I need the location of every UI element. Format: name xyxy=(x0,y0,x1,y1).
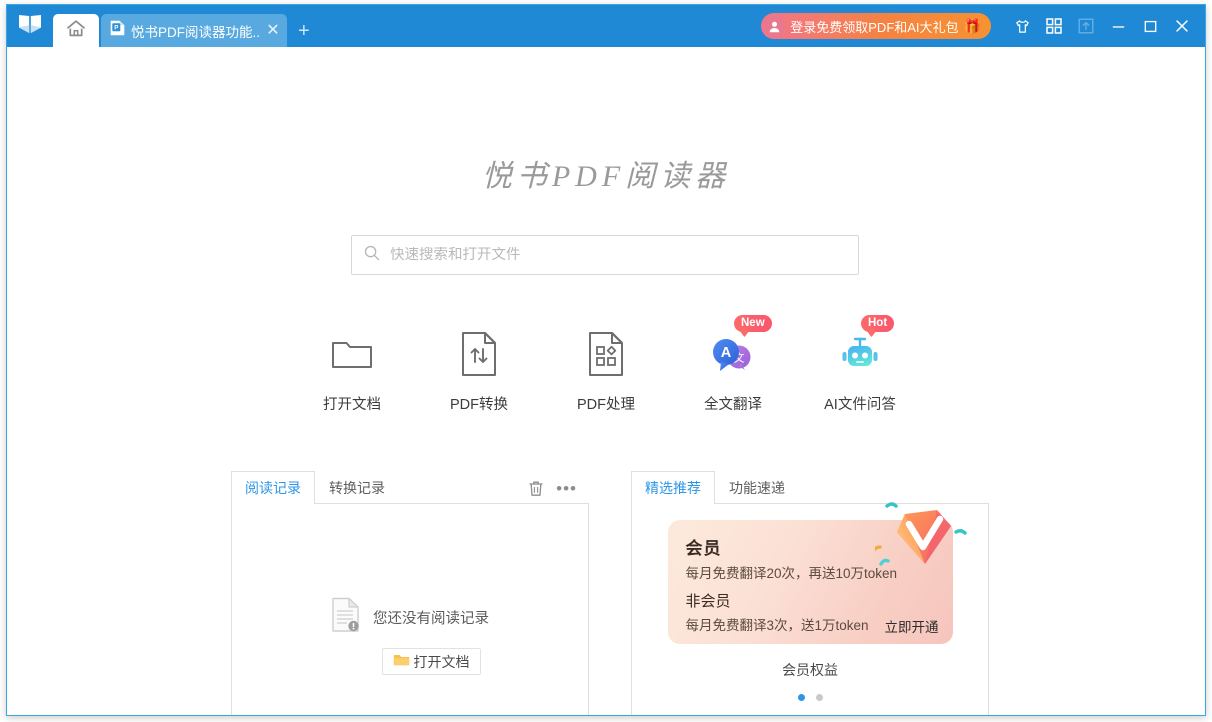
title-bar: P 悦书PDF阅读器功能... ✕ + 登录免费领取PDF和AI大礼包 🎁 xyxy=(7,5,1205,47)
window-frame: P 悦书PDF阅读器功能... ✕ + 登录免费领取PDF和AI大礼包 🎁 悦书… xyxy=(6,4,1206,716)
feature-label: PDF处理 xyxy=(577,397,635,413)
history-panel-tabs: 阅读记录 转换记录 ••• xyxy=(231,471,589,504)
open-document-button-label: 打开文档 xyxy=(413,653,470,670)
document-warning-icon xyxy=(331,597,361,638)
member-benefits-link[interactable]: 会员权益 xyxy=(782,660,838,680)
tab-close-icon[interactable]: ✕ xyxy=(265,22,281,39)
book-logo-icon xyxy=(17,14,43,39)
promo-carousel: 会员 每月免费翻译20次，再送10万token 非会员 每月免费翻译3次，送1万… xyxy=(632,502,988,715)
carousel-dot-2[interactable] xyxy=(815,694,823,701)
carousel-dots xyxy=(797,694,823,701)
empty-state-row: 您还没有阅读记录 xyxy=(331,597,489,638)
empty-state-text: 您还没有阅读记录 xyxy=(373,611,489,627)
pdf-convert-icon xyxy=(460,328,498,380)
minimize-icon[interactable] xyxy=(1103,11,1133,41)
tab-home[interactable] xyxy=(53,14,99,47)
trash-icon[interactable] xyxy=(528,480,544,497)
history-panel-body: 您还没有阅读记录 打开文档 xyxy=(231,503,589,715)
home-icon xyxy=(66,19,86,43)
main-content: 悦书PDF阅读器 快速搜索和打开文件 打开文档 PDF转换 PDF处理 文 A … xyxy=(7,47,1205,715)
application-window: P 悦书PDF阅读器功能... ✕ + 登录免费领取PDF和AI大礼包 🎁 悦书… xyxy=(0,0,1212,722)
login-promo-button[interactable]: 登录免费领取PDF和AI大礼包 🎁 xyxy=(761,13,991,39)
tab-reading-history[interactable]: 阅读记录 xyxy=(231,471,315,504)
feature-label: AI文件问答 xyxy=(824,397,896,413)
tab-label: 阅读记录 xyxy=(245,480,301,496)
login-promo-label: 登录免费领取PDF和AI大礼包 xyxy=(790,19,959,35)
feature-label: 全文翻译 xyxy=(704,397,762,413)
feature-ai-qa[interactable]: Hot AI文件问答 xyxy=(797,315,924,414)
feature-label: PDF转换 xyxy=(450,397,508,413)
search-box[interactable] xyxy=(351,235,859,275)
pdf-process-icon xyxy=(587,328,625,380)
panels-row: 阅读记录 转换记录 ••• 您还没有阅读记录 打开文档 精选推荐 功能速递 会员… xyxy=(231,471,989,715)
close-icon[interactable] xyxy=(1167,11,1197,41)
tab-featured[interactable]: 精选推荐 xyxy=(631,471,715,504)
activate-now-link[interactable]: 立即开通 xyxy=(885,616,939,636)
feature-open-doc[interactable]: 打开文档 xyxy=(289,328,416,414)
app-logo xyxy=(7,5,53,47)
page-title: 悦书PDF阅读器 xyxy=(481,160,731,193)
feature-translate[interactable]: 文 A New 全文翻译 xyxy=(670,315,797,414)
svg-text:A: A xyxy=(721,345,732,361)
tab-label: 功能速递 xyxy=(729,479,785,496)
ai-robot-icon: Hot xyxy=(834,315,895,380)
feature-pdf-convert[interactable]: PDF转换 xyxy=(416,328,543,414)
promo-nonmember-title: 非会员 xyxy=(685,593,731,610)
feature-shortcuts: 打开文档 PDF转换 PDF处理 文 A New 全文翻译 Hot AI文件问答 xyxy=(7,315,1205,414)
tab-whats-new[interactable]: 功能速递 xyxy=(715,471,799,503)
maximize-icon[interactable] xyxy=(1135,11,1165,41)
skin-icon[interactable] xyxy=(1007,11,1037,41)
recommend-panel-tabs: 精选推荐 功能速递 xyxy=(631,471,989,504)
tab-label: 精选推荐 xyxy=(645,480,701,496)
empty-state: 您还没有阅读记录 打开文档 xyxy=(232,597,588,675)
promo-member-desc: 每月免费翻译20次，再送10万token xyxy=(685,566,898,581)
recommend-panel: 精选推荐 功能速递 会员 每月免费翻译20次，再送10万token 非会员 每月… xyxy=(631,471,989,715)
more-icon[interactable]: ••• xyxy=(556,480,577,497)
recommend-panel-body: 会员 每月免费翻译20次，再送10万token 非会员 每月免费翻译3次，送1万… xyxy=(631,502,989,715)
pdf-file-icon: P xyxy=(110,20,125,41)
tab-convert-history[interactable]: 转换记录 xyxy=(315,471,399,503)
user-avatar-icon xyxy=(764,15,786,37)
svg-text:P: P xyxy=(114,25,118,32)
membership-promo-card[interactable]: 会员 每月免费翻译20次，再送10万token 非会员 每月免费翻译3次，送1万… xyxy=(667,502,967,644)
folder-icon xyxy=(393,653,410,670)
badge-new: New xyxy=(734,315,772,332)
tab-label: 转换记录 xyxy=(329,479,385,496)
search-icon xyxy=(364,245,380,266)
tab-document[interactable]: P 悦书PDF阅读器功能... ✕ xyxy=(101,14,287,47)
folder-open-icon xyxy=(330,328,374,380)
feature-pdf-process[interactable]: PDF处理 xyxy=(543,328,670,414)
titlebar-right-group: 登录免费领取PDF和AI大礼包 🎁 xyxy=(761,5,1205,47)
translate-chat-icon: 文 A New xyxy=(707,315,772,380)
new-tab-button[interactable]: + xyxy=(298,21,310,41)
open-document-button[interactable]: 打开文档 xyxy=(381,648,481,675)
promo-member-title: 会员 xyxy=(685,539,722,558)
badge-hot: Hot xyxy=(861,315,895,332)
search-input[interactable] xyxy=(390,247,846,263)
gift-icon: 🎁 xyxy=(963,18,981,34)
upload-icon[interactable] xyxy=(1071,11,1101,41)
apps-grid-icon[interactable] xyxy=(1039,11,1069,41)
tab-title: 悦书PDF阅读器功能... xyxy=(131,24,259,40)
history-panel-actions: ••• xyxy=(528,480,589,503)
history-panel: 阅读记录 转换记录 ••• 您还没有阅读记录 打开文档 xyxy=(231,471,589,715)
feature-label: 打开文档 xyxy=(323,397,381,413)
carousel-dot-1[interactable] xyxy=(797,694,805,701)
